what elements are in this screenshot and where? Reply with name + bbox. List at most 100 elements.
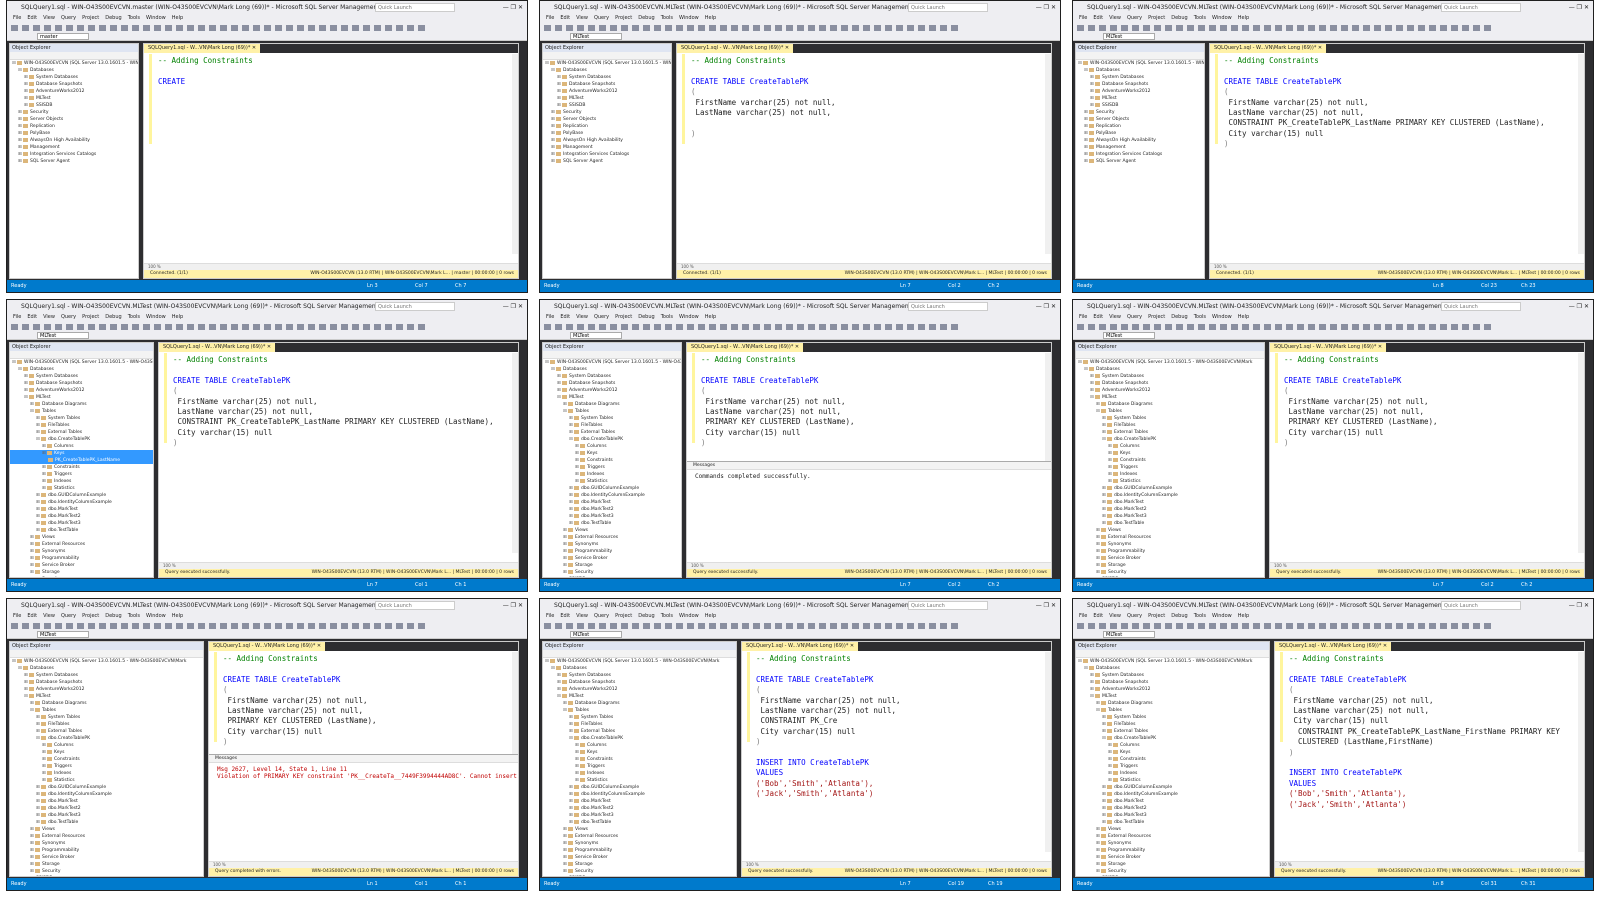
- toolbar-button-icon[interactable]: [863, 25, 870, 31]
- toolbar-button-icon[interactable]: [55, 324, 62, 330]
- menu-item[interactable]: Edit: [560, 15, 570, 21]
- window-controls[interactable]: — ❐ ✕: [1036, 300, 1056, 313]
- toolbar-button-icon[interactable]: [709, 623, 716, 629]
- menu-item[interactable]: Help: [1238, 15, 1249, 21]
- toolbar-button-icon[interactable]: [929, 324, 936, 330]
- zoom-level[interactable]: 100 %: [144, 263, 518, 270]
- tree-node[interactable]: ⊞ Programmability: [1076, 847, 1269, 854]
- toolbar-button-icon[interactable]: [132, 324, 139, 330]
- tree-node[interactable]: ⊞ External Resources: [10, 833, 203, 840]
- window-controls[interactable]: — ❐ ✕: [503, 1, 523, 14]
- tree-node[interactable]: ⊞SSISDB: [1076, 102, 1204, 109]
- tree-node[interactable]: ⊞ Replication: [1076, 123, 1204, 130]
- toolbar-button-icon[interactable]: [852, 25, 859, 31]
- tree-node[interactable]: ⊞ dbo.MarkTest3: [1076, 513, 1264, 520]
- tree-node[interactable]: ⊞ AdventureWorks2012: [1076, 686, 1269, 693]
- menu-item[interactable]: Query: [594, 15, 609, 21]
- toolbar-button-icon[interactable]: [588, 324, 595, 330]
- query-editor[interactable]: SQLQuery1.sql - W...VN\Mark Long (69))* …: [158, 342, 519, 578]
- menu-item[interactable]: Window: [146, 613, 166, 619]
- toolbar-button-icon[interactable]: [1264, 324, 1271, 330]
- menu-item[interactable]: Project: [1148, 15, 1165, 21]
- toolbar-button-icon[interactable]: [341, 623, 348, 629]
- toolbar-button-icon[interactable]: [1110, 25, 1117, 31]
- database-select[interactable]: MLTest: [570, 631, 622, 638]
- toolbar-button-icon[interactable]: [665, 324, 672, 330]
- toolbar-button-icon[interactable]: [176, 324, 183, 330]
- database-select[interactable]: MLTest: [570, 332, 622, 339]
- toolbar-button-icon[interactable]: [632, 324, 639, 330]
- tree-node[interactable]: ⊞ Constraints: [1076, 457, 1264, 464]
- toolbar-button-icon[interactable]: [874, 623, 881, 629]
- database-select[interactable]: MLTest: [1103, 33, 1155, 40]
- menu-item[interactable]: Edit: [27, 613, 37, 619]
- tree-node[interactable]: ⊟ MLTest: [10, 693, 203, 700]
- menu-item[interactable]: View: [1109, 314, 1121, 320]
- toolbar-button-icon[interactable]: [1253, 25, 1260, 31]
- toolbar-button-icon[interactable]: [165, 623, 172, 629]
- toolbar-button-icon[interactable]: [841, 324, 848, 330]
- toolbar-button-icon[interactable]: [577, 623, 584, 629]
- tree-node[interactable]: ⊞ Keys: [1076, 450, 1264, 457]
- toolbar-button-icon[interactable]: [1154, 25, 1161, 31]
- toolbar-button-icon[interactable]: [1275, 25, 1282, 31]
- toolbar-button-icon[interactable]: [1418, 25, 1425, 31]
- toolbar-button-icon[interactable]: [731, 25, 738, 31]
- tree-node[interactable]: ⊟ Databases: [10, 67, 138, 74]
- toolbar-button-icon[interactable]: [544, 25, 551, 31]
- tree-node[interactable]: ⊟ WIN-O43S00EVCVN (SQL Server 13.0.1601.5…: [1076, 658, 1269, 665]
- tab-query[interactable]: SQLQuery1.sql - W...VN\Mark Long (69))* …: [209, 642, 326, 651]
- vertical-scrollbar[interactable]: [1045, 652, 1051, 852]
- toolbar-button-icon[interactable]: [665, 623, 672, 629]
- toolbar-button-icon[interactable]: [1451, 324, 1458, 330]
- toolbar-button-icon[interactable]: [1473, 25, 1480, 31]
- tree-node[interactable]: ⊞ FileTables: [10, 721, 203, 728]
- database-select[interactable]: MLTest: [1103, 332, 1155, 339]
- menu-item[interactable]: Tools: [1194, 314, 1206, 320]
- toolbar-button-icon[interactable]: [1176, 324, 1183, 330]
- tree-node[interactable]: ⊞ MLTest: [1076, 95, 1204, 102]
- toolbar-button-icon[interactable]: [819, 324, 826, 330]
- toolbar-button-icon[interactable]: [231, 25, 238, 31]
- tree-node[interactable]: ⊞ Columns: [543, 443, 681, 450]
- properties-strip[interactable]: [519, 43, 527, 279]
- tree-node[interactable]: ⊞ dbo.MarkTest: [543, 798, 736, 805]
- toolbar-button-icon[interactable]: [1374, 25, 1381, 31]
- tree-node[interactable]: ⊞ Database Snapshots: [543, 380, 681, 387]
- toolbar-button-icon[interactable]: [720, 25, 727, 31]
- tree-node[interactable]: ⊞ System Databases: [10, 74, 138, 81]
- toolbar-button-icon[interactable]: [1231, 623, 1238, 629]
- tree-node[interactable]: ⊞ dbo.TestTable: [543, 520, 681, 527]
- tree-node[interactable]: ⊞ Constraints: [10, 756, 203, 763]
- tree-node[interactable]: ⊞Security: [1076, 109, 1204, 116]
- tree-node[interactable]: ⊟ Databases: [1076, 67, 1204, 74]
- toolbar-button-icon[interactable]: [143, 623, 150, 629]
- menu-item[interactable]: Project: [82, 15, 99, 21]
- menu-item[interactable]: Window: [1212, 314, 1232, 320]
- tree-node[interactable]: ⊞Security: [10, 576, 153, 577]
- toolbar-button-icon[interactable]: [220, 25, 227, 31]
- toolbar-button-icon[interactable]: [1407, 324, 1414, 330]
- tree-node[interactable]: ⊞ dbo.MarkTest2: [543, 506, 681, 513]
- tree-node[interactable]: ⊞ Statistics: [543, 777, 736, 784]
- tree-node[interactable]: ⊞ Database Diagrams: [1076, 700, 1269, 707]
- toolbar-button-icon[interactable]: [132, 25, 139, 31]
- toolbar-button-icon[interactable]: [1462, 623, 1469, 629]
- toolbar-button-icon[interactable]: [1198, 25, 1205, 31]
- menu-item[interactable]: Project: [615, 314, 632, 320]
- window-controls[interactable]: — ❐ ✕: [1569, 1, 1589, 14]
- close-icon[interactable]: ✕: [850, 643, 854, 649]
- tree-node[interactable]: ⊟ WIN-O43S00EVCVN (SQL Server 13.0.1601.5…: [543, 60, 671, 67]
- close-icon[interactable]: ✕: [1383, 643, 1387, 649]
- toolbar-button-icon[interactable]: [22, 623, 29, 629]
- tree-node[interactable]: ⊞SSISDB: [543, 102, 671, 109]
- toolbar-button-icon[interactable]: [896, 324, 903, 330]
- toolbar-button-icon[interactable]: [1352, 623, 1359, 629]
- toolbar-button-icon[interactable]: [1396, 623, 1403, 629]
- tree-node[interactable]: ⊟ dbo.CreateTablePK: [543, 735, 736, 742]
- toolbar-button-icon[interactable]: [1396, 324, 1403, 330]
- tree-node[interactable]: ⊞ External Resources: [1076, 833, 1269, 840]
- query-editor[interactable]: SQLQuery1.sql - W...VN\Mark Long (69))* …: [143, 43, 519, 279]
- tree-node[interactable]: ⊞ dbo.MarkTest: [543, 499, 681, 506]
- toolbar-button-icon[interactable]: [1132, 623, 1139, 629]
